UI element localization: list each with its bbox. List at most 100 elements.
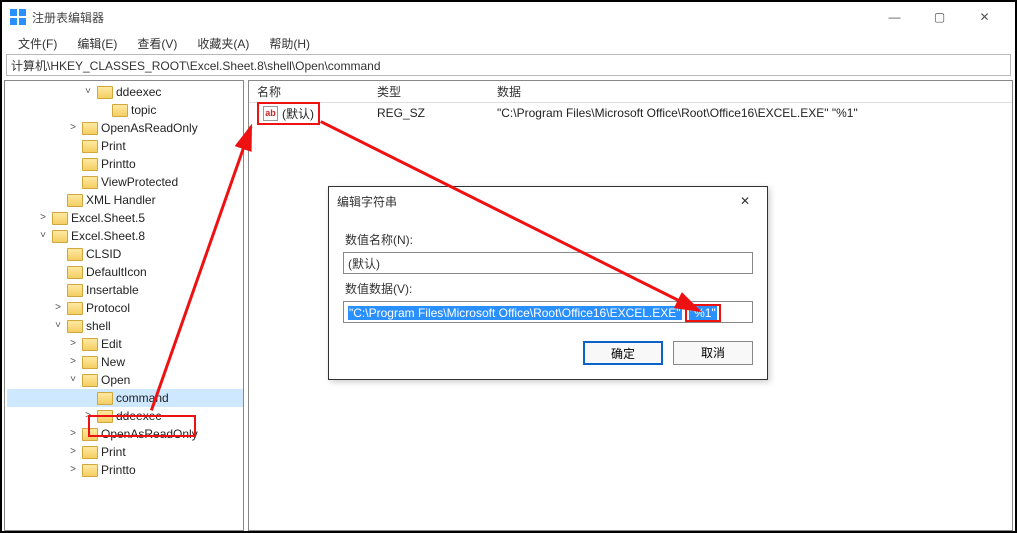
tree-item[interactable]: ˅ shell xyxy=(7,317,243,335)
tree-item[interactable]: XML Handler xyxy=(7,191,243,209)
tree-item-label: Excel.Sheet.5 xyxy=(71,209,145,227)
value-name-label: 数值名称(N): xyxy=(345,231,753,248)
tree-item-label: New xyxy=(101,353,125,371)
folder-icon xyxy=(82,176,98,189)
folder-icon xyxy=(82,158,98,171)
tree-item-label: Printto xyxy=(101,155,136,173)
tree-item-label: topic xyxy=(131,101,156,119)
tree-item-label: command xyxy=(116,389,169,407)
tree-expander-icon[interactable]: > xyxy=(67,443,79,461)
menu-file[interactable]: 文件(F) xyxy=(8,33,67,54)
cell-name: ab (默认) xyxy=(249,102,369,125)
window-controls: — ▢ ✕ xyxy=(872,2,1007,32)
tree-item[interactable]: > Print xyxy=(7,443,243,461)
tree-item[interactable]: > OpenAsReadOnly xyxy=(7,119,243,137)
tree-expander-icon[interactable]: ˅ xyxy=(37,227,49,245)
list-header: 名称 类型 数据 xyxy=(249,81,1012,103)
tree-item-label: ViewProtected xyxy=(101,173,178,191)
tree-expander-icon[interactable]: > xyxy=(67,353,79,371)
menu-favorites[interactable]: 收藏夹(A) xyxy=(187,33,259,54)
tree-item[interactable]: ViewProtected xyxy=(7,173,243,191)
tree-item-label: Insertable xyxy=(86,281,139,299)
tree-expander-icon[interactable]: > xyxy=(67,461,79,479)
tree-expander-icon[interactable]: > xyxy=(37,209,49,227)
col-header-name[interactable]: 名称 xyxy=(249,83,369,100)
tree-item-label: shell xyxy=(86,317,111,335)
tree-scroll[interactable]: ˅ddeexectopic>OpenAsReadOnlyPrintPrintto… xyxy=(5,81,243,530)
tree-item[interactable]: > Protocol xyxy=(7,299,243,317)
dialog-titlebar[interactable]: 编辑字符串 ✕ xyxy=(329,187,767,215)
folder-icon xyxy=(82,374,98,387)
default-value-highlight: ab (默认) xyxy=(257,102,320,125)
value-name-field[interactable]: (默认) xyxy=(343,252,753,274)
tree-item[interactable]: > Excel.Sheet.5 xyxy=(7,209,243,227)
tree-item[interactable]: >Edit xyxy=(7,335,243,353)
tree-item-label: CLSID xyxy=(86,245,121,263)
tree-item-label: XML Handler xyxy=(86,191,156,209)
tree-item[interactable]: Print xyxy=(7,137,243,155)
tree-item-label: Excel.Sheet.8 xyxy=(71,227,145,245)
close-button[interactable]: ✕ xyxy=(962,2,1007,32)
dialog-close-button[interactable]: ✕ xyxy=(731,194,759,208)
col-header-data[interactable]: 数据 xyxy=(489,83,1012,100)
tree-expander-icon[interactable]: > xyxy=(82,407,94,425)
value-data-selection-prefix: "C:\Program Files\Microsoft Office\Root\… xyxy=(348,306,682,320)
tree-expander-icon[interactable]: > xyxy=(67,425,79,443)
tree-item-label: Protocol xyxy=(86,299,130,317)
tree-item-label: OpenAsReadOnly xyxy=(101,425,198,443)
menu-help[interactable]: 帮助(H) xyxy=(259,33,320,54)
tree-expander-icon[interactable]: > xyxy=(67,119,79,137)
list-row[interactable]: ab (默认) REG_SZ "C:\Program Files\Microso… xyxy=(249,103,1012,123)
tree-item[interactable]: CLSID xyxy=(7,245,243,263)
window-title: 注册表编辑器 xyxy=(32,9,872,26)
value-name: (默认) xyxy=(282,105,314,122)
tree-expander-icon[interactable]: > xyxy=(52,299,64,317)
folder-icon xyxy=(67,302,83,315)
folder-icon xyxy=(82,446,98,459)
cell-data: "C:\Program Files\Microsoft Office\Root\… xyxy=(489,106,1012,120)
percent-one-highlight: "%1" xyxy=(685,304,721,322)
tree-item[interactable]: Printto xyxy=(7,155,243,173)
tree-expander-icon[interactable]: ˅ xyxy=(52,317,64,335)
tree-expander-icon[interactable]: ˅ xyxy=(82,83,94,101)
col-header-type[interactable]: 类型 xyxy=(369,83,489,100)
cancel-button[interactable]: 取消 xyxy=(673,341,753,365)
tree-item-label: ddeexec xyxy=(116,407,161,425)
cell-type: REG_SZ xyxy=(369,106,489,120)
address-bar[interactable]: 计算机\HKEY_CLASSES_ROOT\Excel.Sheet.8\shel… xyxy=(6,54,1011,76)
menu-view[interactable]: 查看(V) xyxy=(127,33,187,54)
menu-edit[interactable]: 编辑(E) xyxy=(67,33,127,54)
tree-item[interactable]: > OpenAsReadOnly xyxy=(7,425,243,443)
ok-button[interactable]: 确定 xyxy=(583,341,663,365)
value-data-label: 数值数据(V): xyxy=(345,280,753,297)
folder-icon xyxy=(52,230,68,243)
tree-item-label: OpenAsReadOnly xyxy=(101,119,198,137)
tree-item[interactable]: ˅ Open xyxy=(7,371,243,389)
folder-icon xyxy=(67,320,83,333)
maximize-button[interactable]: ▢ xyxy=(917,2,962,32)
tree-item[interactable]: ˅ddeexec xyxy=(7,83,243,101)
tree-item-label: Print xyxy=(101,443,126,461)
edit-string-dialog: 编辑字符串 ✕ 数值名称(N): (默认) 数值数据(V): "C:\Progr… xyxy=(328,186,768,380)
tree-item[interactable]: ˅ Excel.Sheet.8 xyxy=(7,227,243,245)
tree-item[interactable]: > Printto xyxy=(7,461,243,479)
tree-item-label: Open xyxy=(101,371,130,389)
folder-icon xyxy=(52,212,68,225)
app-icon xyxy=(10,9,26,25)
folder-icon xyxy=(82,356,98,369)
tree-item[interactable]: > ddeexec xyxy=(7,407,243,425)
tree-item[interactable]: Insertable xyxy=(7,281,243,299)
tree-item[interactable]: command xyxy=(7,389,243,407)
folder-icon xyxy=(67,194,83,207)
tree-expander-icon[interactable]: ˅ xyxy=(67,371,79,389)
tree-item-label: Print xyxy=(101,137,126,155)
tree-item-label: Printto xyxy=(101,461,136,479)
tree-item[interactable]: topic xyxy=(7,101,243,119)
minimize-button[interactable]: — xyxy=(872,2,917,32)
value-data-field[interactable]: "C:\Program Files\Microsoft Office\Root\… xyxy=(343,301,753,323)
tree-expander-icon[interactable]: > xyxy=(67,335,79,353)
folder-icon xyxy=(97,410,113,423)
tree-item[interactable]: > New xyxy=(7,353,243,371)
tree-item[interactable]: DefaultIcon xyxy=(7,263,243,281)
folder-icon xyxy=(112,104,128,117)
